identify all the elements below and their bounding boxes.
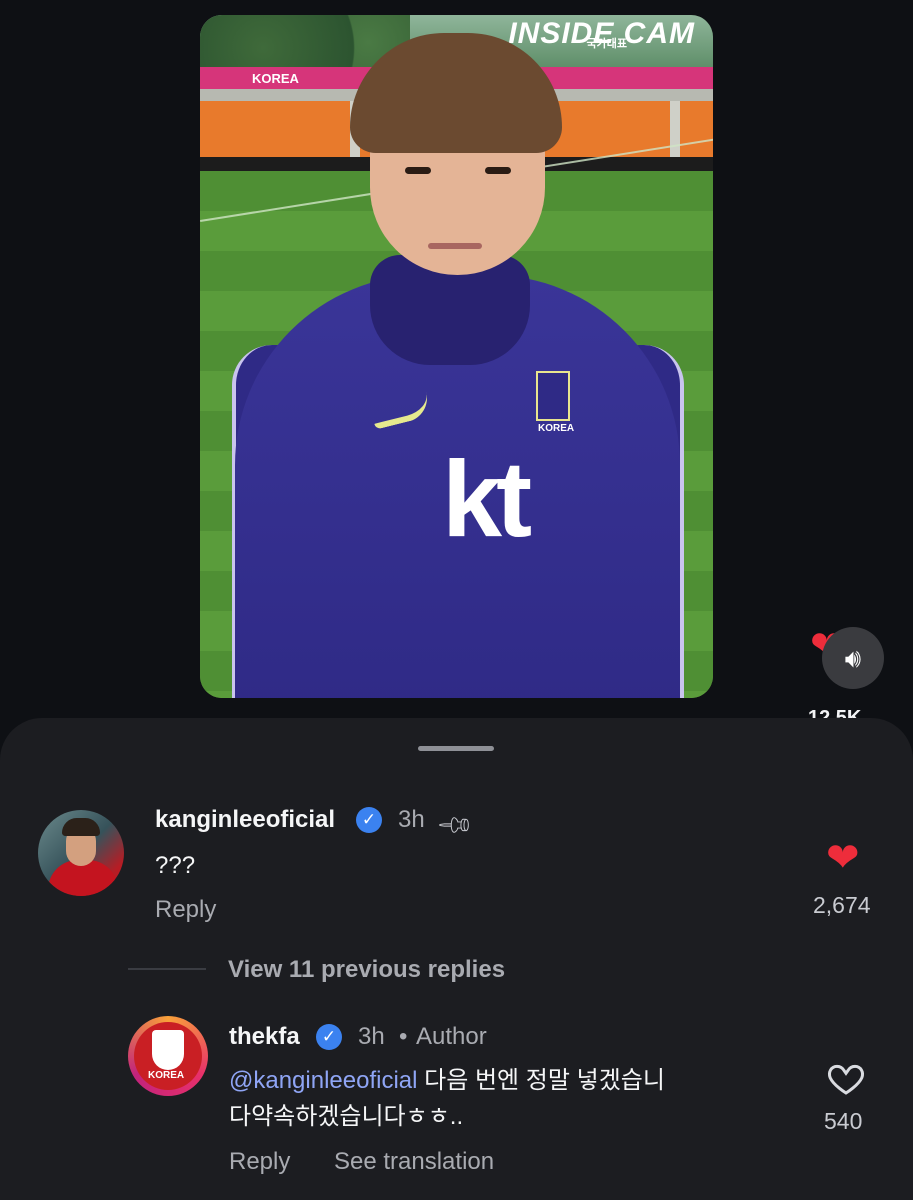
comment-time: 3h [398,806,425,833]
comment-text-line2: 다약속하겠습니다ㅎㅎ.. [229,1103,464,1130]
watermark-logo: INSIDE CAM [508,17,695,50]
reply-button[interactable]: Reply [229,1148,290,1176]
speaker-icon[interactable]: 🔊︎ [822,627,884,689]
player-eye-left [405,167,431,174]
verified-badge-icon: ✓ [356,807,382,833]
kfa-crest-logo [536,371,570,421]
comment-like-heart-outline-icon[interactable] [826,1058,866,1098]
comment-like-count: 2,674 [813,892,871,918]
comment-time: 3h [358,1023,385,1050]
jersey-sponsor: kt [442,438,532,559]
stadium-banner-text: KOREA [252,71,299,86]
avatar-hair [62,818,100,836]
comment-username[interactable]: thekfa [229,1023,300,1051]
player-eye-right [485,167,511,174]
avatar[interactable] [38,810,124,896]
comment-text-line1: 다음 번엔 정말 넣겠습니 [417,1067,665,1094]
comment-text: ??? [155,852,196,879]
comment-like-count: 540 [824,1108,863,1134]
sheet-grabber[interactable] [418,746,494,751]
avatar[interactable]: KOREA [134,1022,202,1090]
replies-divider [128,968,206,970]
kfa-emblem-icon [152,1030,184,1070]
view-previous-replies-button[interactable]: View 11 previous replies [228,956,505,984]
meta-separator: • [399,1023,408,1050]
reply-button[interactable]: Reply [155,896,216,924]
crest-text: KOREA [538,423,575,434]
pin-icon: 📌︎ [434,805,476,846]
comment-like-heart-icon[interactable]: ❤ [826,838,860,878]
comment-username[interactable]: kanginleeoficial [155,806,335,834]
verified-badge-icon: ✓ [316,1024,342,1050]
comments-sheet: kanginleeoficial ✓ 3h 📌︎ ??? Reply ❤ 2,6… [0,718,913,1200]
comment-text: @kanginleeoficial 다음 번엔 정말 넣겠습니 다약속하겠습니다… [229,1063,789,1135]
see-translation-button[interactable]: See translation [334,1148,494,1176]
mention-link[interactable]: @kanginleeoficial [229,1067,417,1094]
player-mouth [428,243,482,249]
avatar-emblem-text: KOREA [148,1070,185,1081]
video-player[interactable]: KOREA 국가대표 INSIDE CAM KOREA kt [200,15,713,698]
author-label: Author [416,1023,487,1050]
